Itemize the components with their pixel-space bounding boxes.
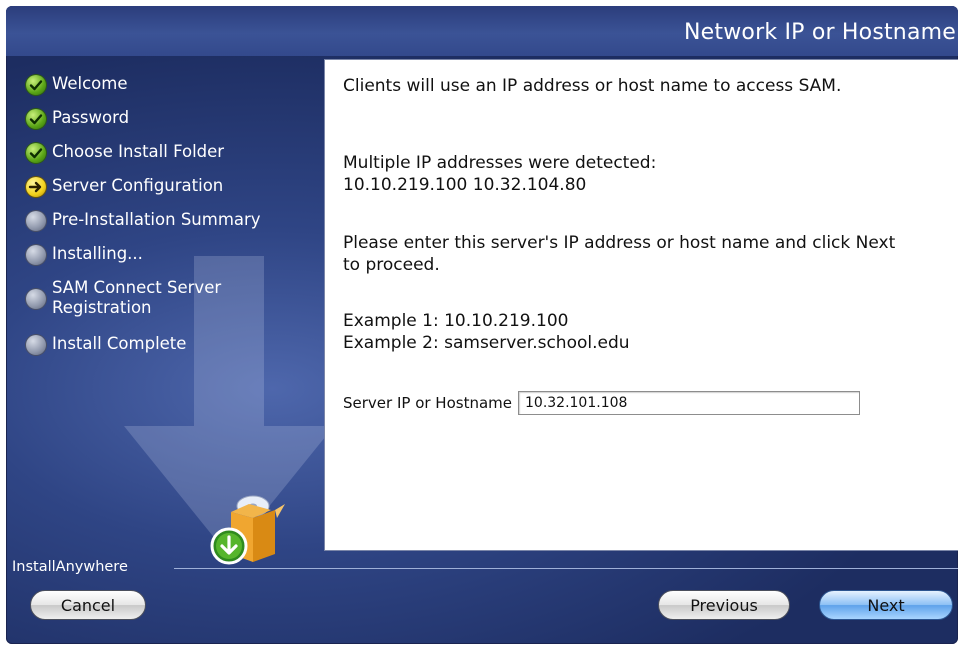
content-panel: Clients will use an IP address or host n… bbox=[324, 59, 958, 551]
step-sam-connect-server-registration: SAM Connect Server Registration bbox=[26, 278, 326, 334]
step-label: Server Configuration bbox=[52, 176, 224, 195]
footer-divider bbox=[174, 568, 958, 569]
arrow-right-icon bbox=[26, 177, 46, 197]
instruction-text: Please enter this server's IP address or… bbox=[343, 233, 896, 275]
step-label: Install Complete bbox=[52, 334, 187, 353]
brand-label: InstallAnywhere bbox=[12, 559, 128, 575]
step-password: Password bbox=[26, 108, 326, 142]
step-label: Password bbox=[52, 108, 130, 127]
installer-window: Network IP or Hostname Welcome Password … bbox=[6, 6, 958, 644]
pending-dot-icon bbox=[26, 211, 46, 231]
checkmark-icon bbox=[26, 143, 46, 163]
page-title: Network IP or Hostname bbox=[684, 20, 956, 45]
step-installing: Installing... bbox=[26, 244, 326, 278]
header-bar: Network IP or Hostname bbox=[6, 6, 958, 56]
intro-text: Clients will use an IP address or host n… bbox=[343, 76, 842, 96]
next-button[interactable]: Next bbox=[819, 590, 953, 620]
detected-heading: Multiple IP addresses were detected: bbox=[343, 153, 657, 173]
step-label: Welcome bbox=[52, 74, 128, 93]
detected-ips: 10.10.219.100 10.32.104.80 bbox=[343, 175, 587, 195]
checkmark-icon bbox=[26, 75, 46, 95]
server-field-row: Server IP or Hostname bbox=[343, 391, 860, 415]
server-ip-input[interactable] bbox=[518, 391, 860, 415]
step-label-line1: SAM Connect Server bbox=[52, 278, 222, 297]
step-choose-install-folder: Choose Install Folder bbox=[26, 142, 326, 176]
cancel-button[interactable]: Cancel bbox=[30, 590, 146, 620]
previous-button[interactable]: Previous bbox=[658, 590, 790, 620]
example-2: Example 2: samserver.school.edu bbox=[343, 333, 630, 353]
step-label: Installing... bbox=[52, 244, 143, 263]
step-label: Choose Install Folder bbox=[52, 142, 225, 161]
step-label-line2: Registration bbox=[52, 298, 152, 317]
step-label: SAM Connect Server Registration bbox=[52, 278, 221, 318]
pending-dot-icon bbox=[26, 245, 46, 265]
checkmark-icon bbox=[26, 109, 46, 129]
pending-dot-icon bbox=[26, 335, 46, 355]
pending-dot-icon bbox=[26, 289, 46, 309]
step-server-configuration: Server Configuration bbox=[26, 176, 326, 210]
step-label: Pre-Installation Summary bbox=[52, 210, 261, 229]
step-welcome: Welcome bbox=[26, 74, 326, 108]
server-field-label: Server IP or Hostname bbox=[343, 394, 512, 412]
step-pre-installation-summary: Pre-Installation Summary bbox=[26, 210, 326, 244]
step-install-complete: Install Complete bbox=[26, 334, 326, 368]
steps-list: Welcome Password Choose Install Folder S… bbox=[26, 74, 326, 368]
installer-box-icon bbox=[210, 495, 285, 565]
example-1: Example 1: 10.10.219.100 bbox=[343, 311, 569, 331]
